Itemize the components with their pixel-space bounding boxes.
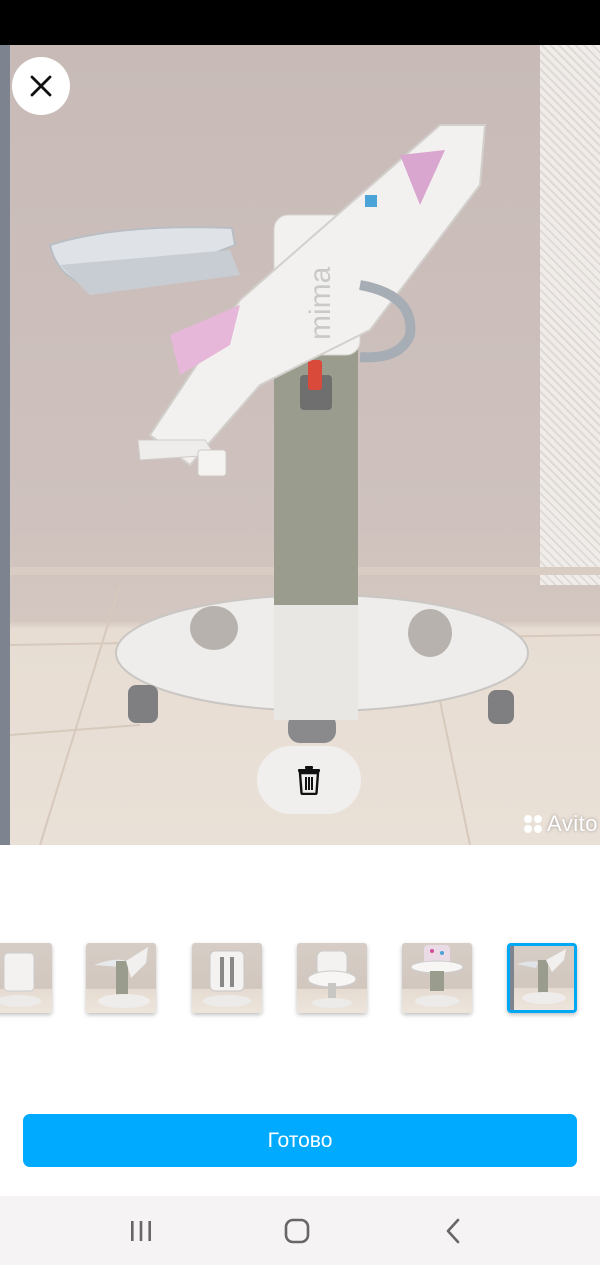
thumbnail-6-selected[interactable] [507,943,577,1013]
back-button[interactable] [408,1196,498,1265]
thumbnail-3[interactable] [192,943,262,1013]
high-chair-illustration: mima [9,124,600,845]
system-navigation-bar [0,1196,600,1265]
watermark-text: Avito [546,811,598,836]
thumbnail-strip [0,943,600,1015]
avito-logo-icon [523,815,542,833]
close-icon [30,75,52,97]
close-button[interactable] [12,57,70,115]
thumbnail-1[interactable] [0,943,52,1013]
back-icon [446,1218,460,1243]
trash-icon [298,766,320,795]
recent-apps-icon [131,1220,151,1241]
home-icon [284,1218,310,1243]
delete-photo-button[interactable] [257,746,361,814]
recent-apps-button[interactable] [96,1196,186,1265]
thumbnail-2[interactable] [86,943,156,1013]
done-button[interactable]: Готово [23,1114,577,1167]
home-button[interactable] [252,1196,342,1265]
avito-watermark: Avito [523,811,598,837]
brand-text: mima [304,266,337,340]
thumbnail-4[interactable] [297,943,367,1013]
thumbnail-5[interactable] [402,943,472,1013]
status-bar [0,0,600,45]
main-photo: mima Avito [0,45,600,845]
